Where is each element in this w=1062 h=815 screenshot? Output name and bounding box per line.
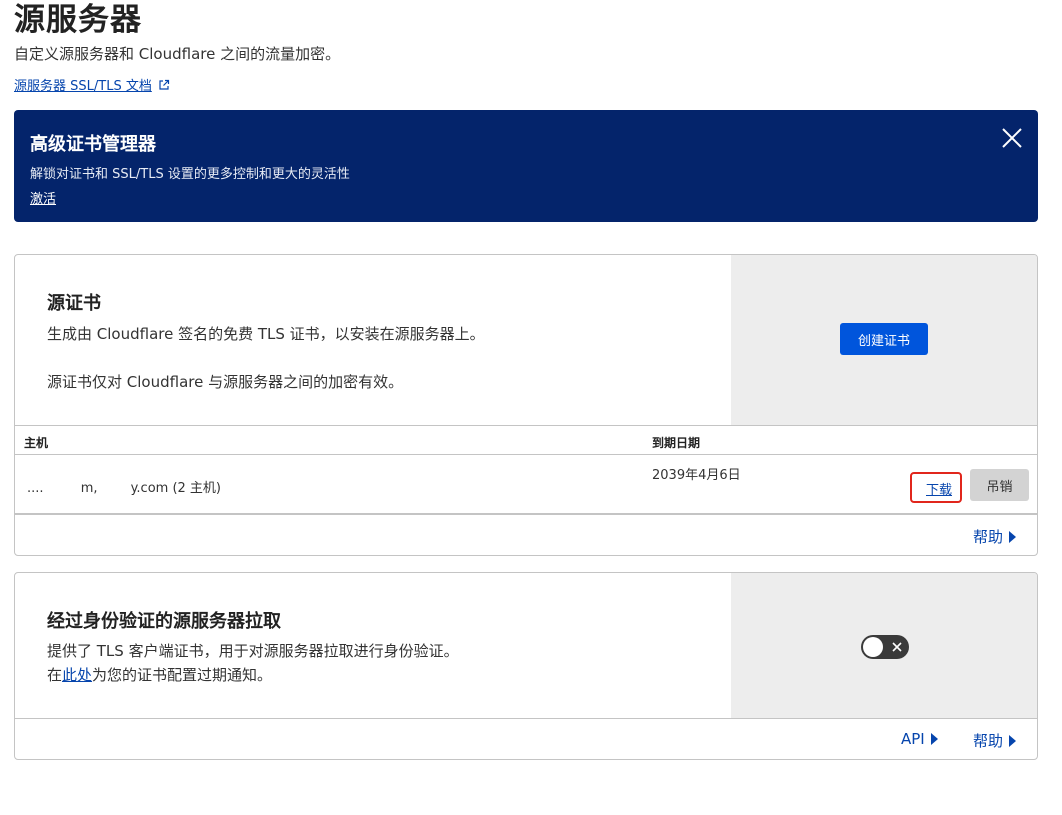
help-link[interactable]: 帮助 [973, 526, 1017, 547]
help-label: 帮助 [973, 732, 1004, 750]
card-title: 经过身份验证的源服务器拉取 [47, 611, 281, 632]
origin-certificates-actions: 创建证书 [731, 255, 1037, 425]
aop-toggle[interactable] [861, 635, 909, 659]
close-icon [892, 642, 902, 652]
origin-certificates-card: 源证书 生成由 Cloudflare 签名的免费 TLS 证书，以安装在源服务器… [14, 254, 1038, 556]
api-link[interactable]: API [901, 730, 938, 748]
banner-description: 解锁对证书和 SSL/TLS 设置的更多控制和更大的灵活性 [30, 167, 350, 182]
api-label: API [901, 730, 925, 748]
notification-prefix: 在 [47, 666, 63, 684]
banner-activate-link[interactable]: 激活 [30, 188, 56, 207]
aop-actions [731, 573, 1037, 719]
card-description-2: 在此处为您的证书配置过期通知。 [47, 664, 272, 685]
column-header-expiry: 到期日期 [652, 436, 701, 450]
authenticated-origin-pulls-card: 经过身份验证的源服务器拉取 提供了 TLS 客户端证书，用于对源服务器拉取进行身… [14, 572, 1038, 760]
page-title: 源服务器 [14, 2, 142, 38]
certificate-expiry: 2039年4月6日 [652, 468, 741, 483]
revoke-button[interactable]: 吊销 [970, 469, 1029, 501]
close-icon[interactable] [1000, 126, 1024, 150]
table-row: .... m, y.com (2 主机) 2039年4月6日 下载 吊销 [15, 455, 1037, 515]
doc-link-label: 源服务器 SSL/TLS 文档 [14, 79, 152, 94]
create-certificate-button[interactable]: 创建证书 [840, 323, 928, 355]
card-title: 源证书 [47, 293, 101, 314]
toggle-knob [863, 637, 883, 657]
card-description-2: 源证书仅对 Cloudflare 与源服务器之间的加密有效。 [47, 373, 404, 391]
caret-right-icon [1009, 734, 1017, 747]
help-link[interactable]: 帮助 [973, 730, 1017, 751]
download-highlight: 下载 [910, 472, 962, 503]
download-link[interactable]: 下载 [926, 479, 952, 498]
aop-info: 经过身份验证的源服务器拉取 提供了 TLS 客户端证书，用于对源服务器拉取进行身… [15, 573, 732, 719]
table-header: 主机 到期日期 [15, 425, 1037, 455]
certificate-hosts: .... m, y.com (2 主机) [27, 481, 221, 496]
card-description: 生成由 Cloudflare 签名的免费 TLS 证书，以安装在源服务器上。 [47, 325, 485, 343]
caret-right-icon [1009, 530, 1017, 543]
external-link-icon [159, 79, 169, 90]
caret-right-icon [930, 733, 938, 745]
column-header-host: 主机 [24, 436, 49, 450]
origin-certificates-info: 源证书 生成由 Cloudflare 签名的免费 TLS 证书，以安装在源服务器… [15, 255, 732, 425]
notification-suffix: 为您的证书配置过期通知。 [92, 666, 273, 684]
acm-banner: 高级证书管理器 解锁对证书和 SSL/TLS 设置的更多控制和更大的灵活性 激活 [14, 110, 1038, 222]
help-label: 帮助 [973, 528, 1004, 546]
doc-link[interactable]: 源服务器 SSL/TLS 文档 [14, 75, 170, 94]
page-subtitle: 自定义源服务器和 Cloudflare 之间的流量加密。 [14, 45, 341, 63]
banner-title: 高级证书管理器 [30, 134, 156, 155]
card-description: 提供了 TLS 客户端证书，用于对源服务器拉取进行身份验证。 [47, 642, 459, 660]
notification-settings-link[interactable]: 此处 [62, 666, 92, 684]
